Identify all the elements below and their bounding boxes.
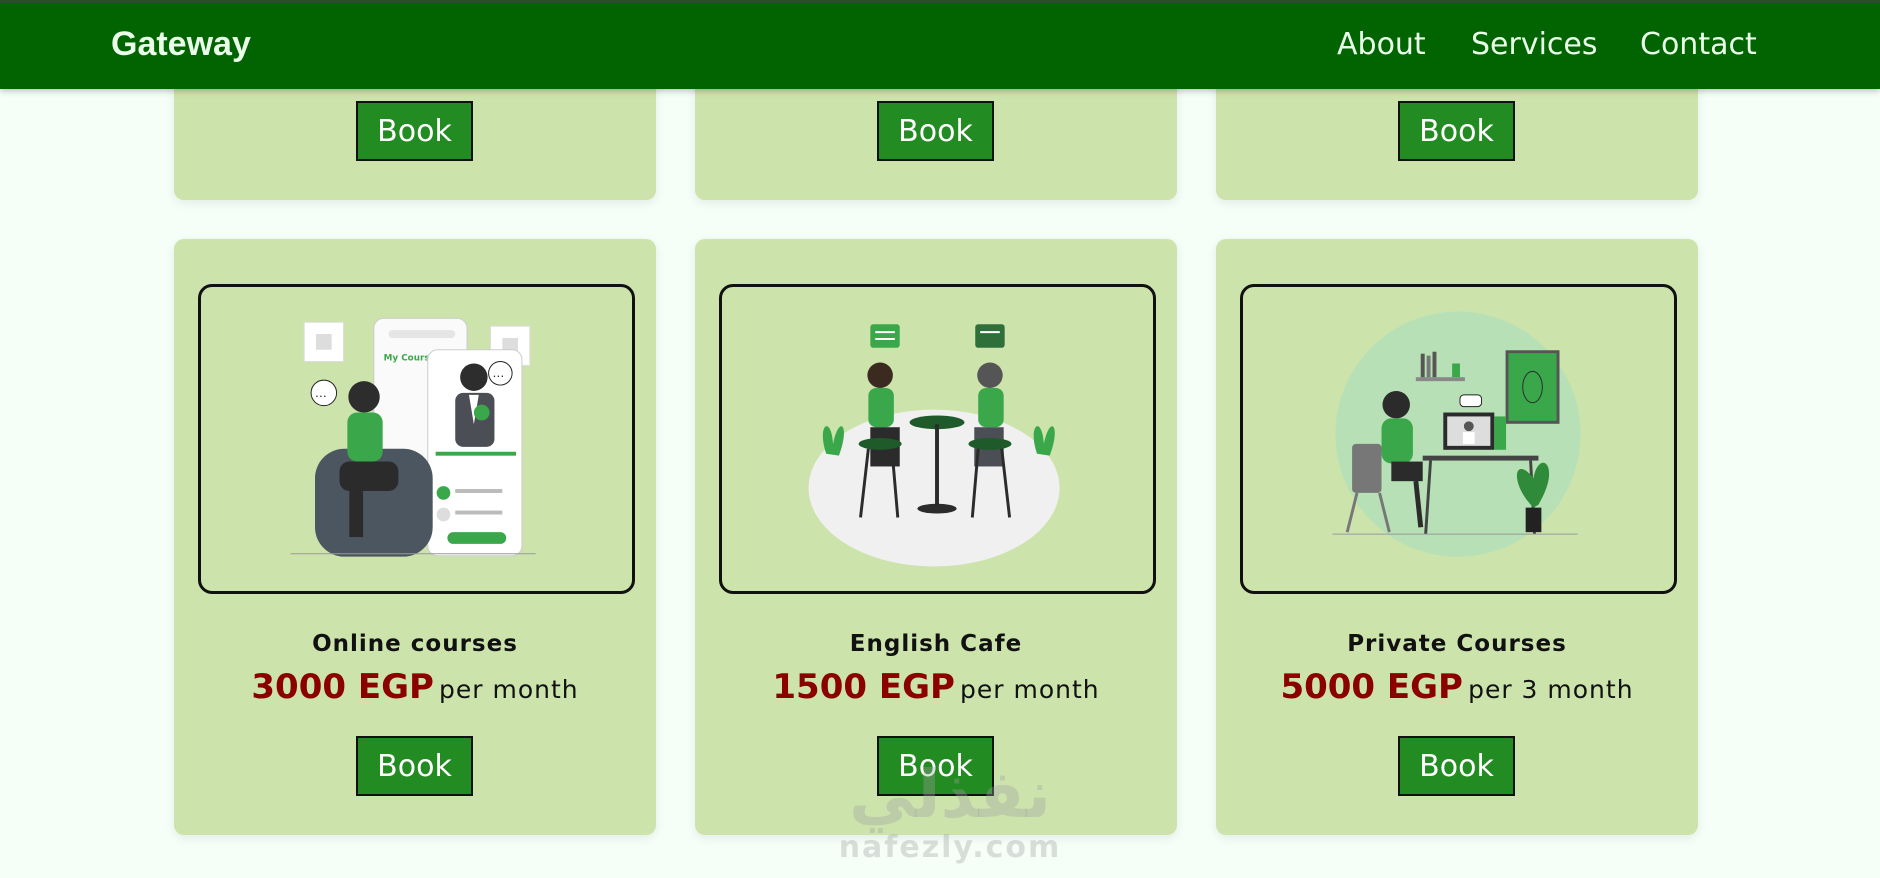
- nav-link-contact[interactable]: Contact: [1640, 27, 1757, 62]
- card-title: Online courses: [312, 631, 518, 657]
- card-private-courses: Private Courses 5000 EGP per 3 month Boo…: [1216, 239, 1698, 835]
- online-courses-illustration: My Course … …: [198, 284, 635, 594]
- price: 5000 EGP: [1280, 667, 1463, 707]
- price-line: 3000 EGP per month: [174, 667, 656, 707]
- price-period: per month: [439, 675, 579, 704]
- svg-text:…: …: [492, 366, 504, 380]
- nav-link-about[interactable]: About: [1337, 27, 1426, 62]
- price-period: per month: [960, 675, 1100, 704]
- private-courses-illustration: [1240, 284, 1677, 594]
- price-line: 1500 EGP per month: [695, 667, 1177, 707]
- price: 3000 EGP: [251, 667, 434, 707]
- english-cafe-illustration: [719, 284, 1156, 594]
- book-button[interactable]: Book: [1398, 736, 1515, 796]
- watermark-latin: nafezly.com: [838, 830, 1062, 865]
- card-title: Private Courses: [1347, 631, 1567, 657]
- svg-text:…: …: [315, 386, 327, 400]
- card-title: English Cafe: [849, 631, 1023, 657]
- nav-link-services[interactable]: Services: [1471, 27, 1598, 62]
- book-button[interactable]: Book: [356, 101, 473, 161]
- card-online-courses: My Course … … Online courses 3000 EGP pe…: [174, 239, 656, 835]
- book-button[interactable]: Book: [1398, 101, 1515, 161]
- book-button[interactable]: Book: [877, 101, 994, 161]
- price-period: per 3 month: [1468, 675, 1634, 704]
- brand-logo[interactable]: Gateway: [111, 25, 251, 64]
- price: 1500 EGP: [772, 667, 955, 707]
- price-line: 5000 EGP per 3 month: [1216, 667, 1698, 707]
- card-english-cafe: English Cafe 1500 EGP per month Book: [695, 239, 1177, 835]
- navbar: Gateway About Services Contact: [0, 0, 1880, 89]
- book-button[interactable]: Book: [877, 736, 994, 796]
- book-button[interactable]: Book: [356, 736, 473, 796]
